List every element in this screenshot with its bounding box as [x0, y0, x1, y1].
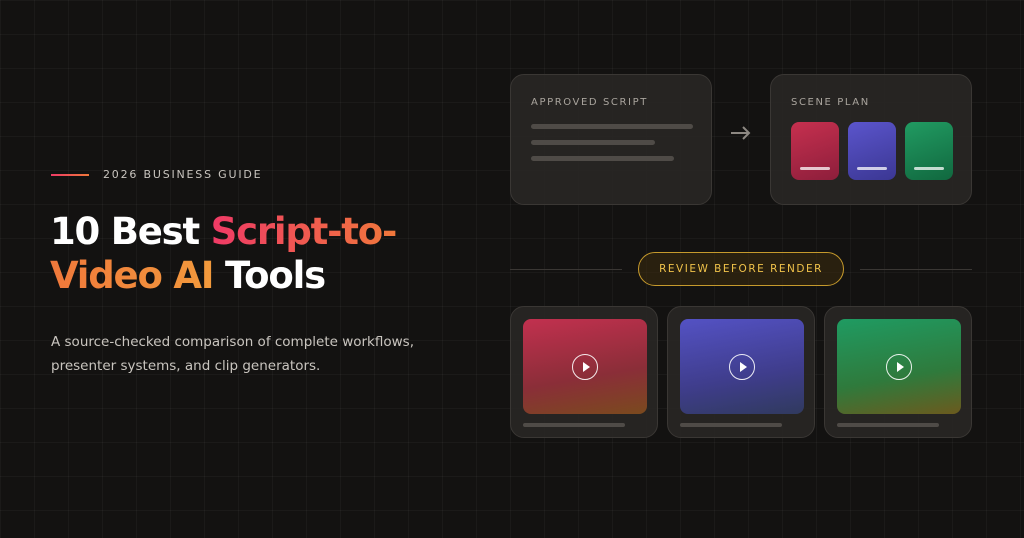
approved-script-card: APPROVED SCRIPT: [510, 74, 712, 205]
video-card: [824, 306, 972, 438]
page-subtitle: A source-checked comparison of complete …: [51, 334, 415, 374]
headline-part1: 10 Best: [50, 210, 211, 253]
headline-accent-1: Script-to-: [210, 210, 398, 253]
play-icon: [729, 353, 755, 380]
eyebrow: 2026 BUSINESS GUIDE: [51, 168, 262, 181]
scene-plan-label: SCENE PLAN: [791, 97, 870, 108]
eyebrow-label: 2026 BUSINESS GUIDE: [103, 168, 263, 181]
video-thumbnail: [680, 319, 804, 414]
script-line: [531, 156, 674, 161]
video-thumbnail: [523, 319, 647, 414]
play-icon: [572, 353, 598, 380]
script-line: [531, 140, 655, 145]
eyebrow-accent-line: [51, 173, 89, 176]
scene-tile: [905, 122, 953, 180]
video-thumbnail: [837, 319, 961, 414]
scene-tile: [791, 122, 839, 180]
headline-accent-2: Video AI: [50, 254, 215, 297]
divider-right: [860, 269, 972, 270]
headline-part2: Tools: [213, 254, 326, 297]
script-line: [531, 124, 693, 129]
video-card: [667, 306, 815, 438]
approved-script-label: APPROVED SCRIPT: [531, 97, 648, 108]
arrow-right-icon: [731, 126, 751, 140]
video-card: [510, 306, 658, 438]
video-caption-bar: [523, 423, 625, 427]
scene-tile: [848, 122, 896, 180]
video-caption-bar: [680, 423, 782, 427]
review-before-render-badge: REVIEW BEFORE RENDER: [638, 252, 844, 286]
divider-left: [510, 269, 622, 270]
video-caption-bar: [837, 423, 939, 427]
scene-plan-card: SCENE PLAN: [770, 74, 972, 205]
play-icon: [886, 353, 912, 380]
page-title: 10 Best Script-to- Video AI Tools: [50, 210, 470, 298]
